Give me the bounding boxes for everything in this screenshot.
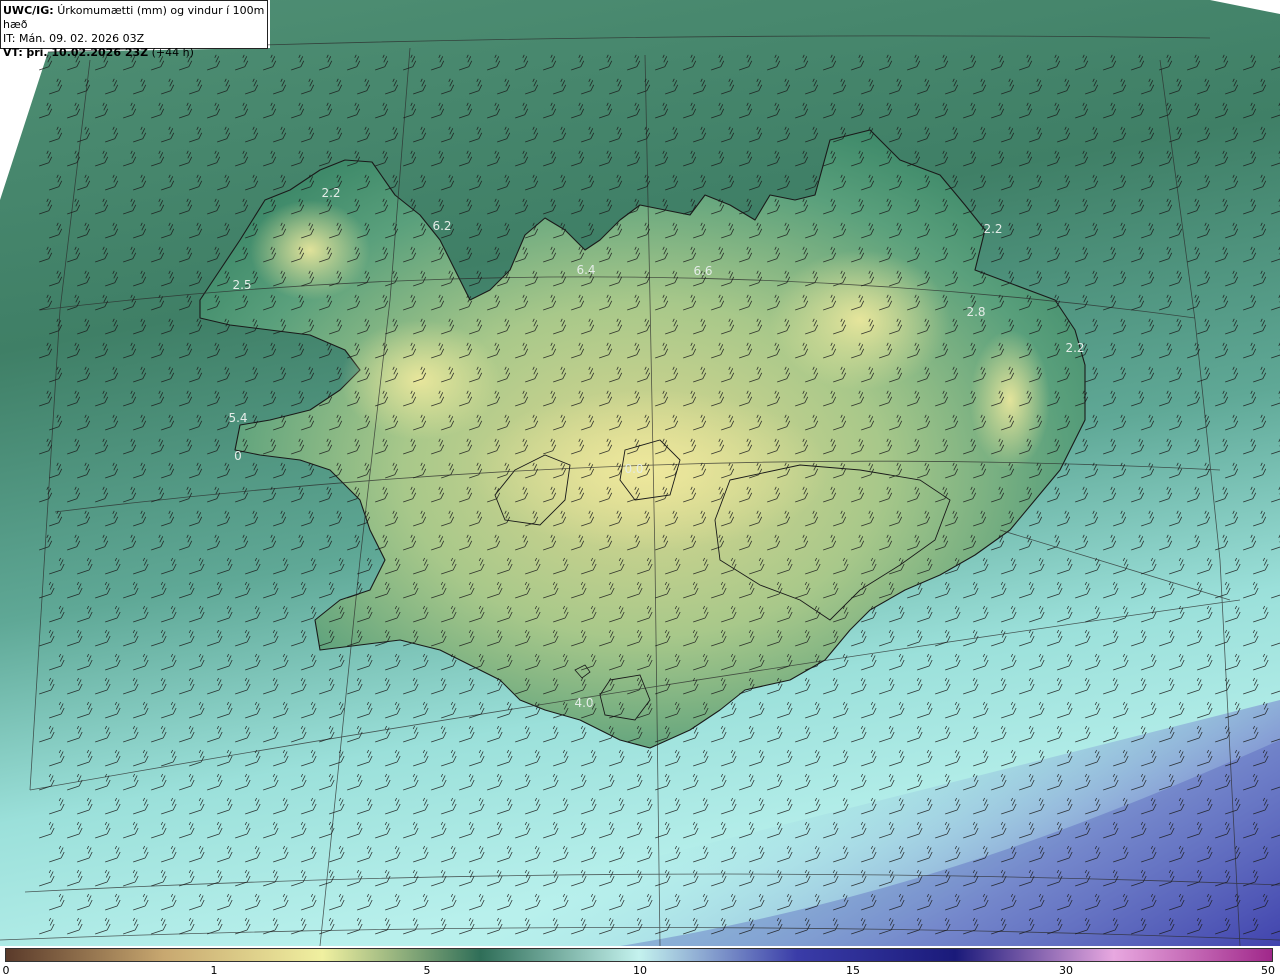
colorbar-tick: 15 [846,964,860,977]
colorbar-tick: 1 [210,964,218,977]
lead-time: (+44 h) [151,46,194,59]
colorbar-tick: 10 [633,964,647,977]
colorbar-tick: 0 [2,964,10,977]
valid-time-label: VT: [3,46,23,59]
product-code: UWC/IG: [3,4,54,17]
colorbar [5,948,1273,962]
map-title-box: UWC/IG: Úrkomumætti (mm) og vindur í 100… [0,0,268,59]
colorbar-tick: 30 [1059,964,1073,977]
forecast-map [0,0,1280,946]
init-time-value: Mán. 09. 02. 2026 03Z [18,32,145,45]
colorbar-legend: 0 1 5 10 15 30 50 [0,946,1280,978]
product-line: UWC/IG: Úrkomumætti (mm) og vindur í 100… [3,4,265,32]
colorbar-tick: 50 [1261,964,1275,977]
init-time-label: IT: [3,32,16,45]
colorbar-tick: 5 [423,964,431,977]
valid-time-line: VT: þri. 10.02.2026 23Z (+44 h) [3,46,265,60]
valid-time-value: þri. 10.02.2026 23Z [26,46,149,59]
init-time-line: IT: Mán. 09. 02. 2026 03Z [3,32,265,46]
